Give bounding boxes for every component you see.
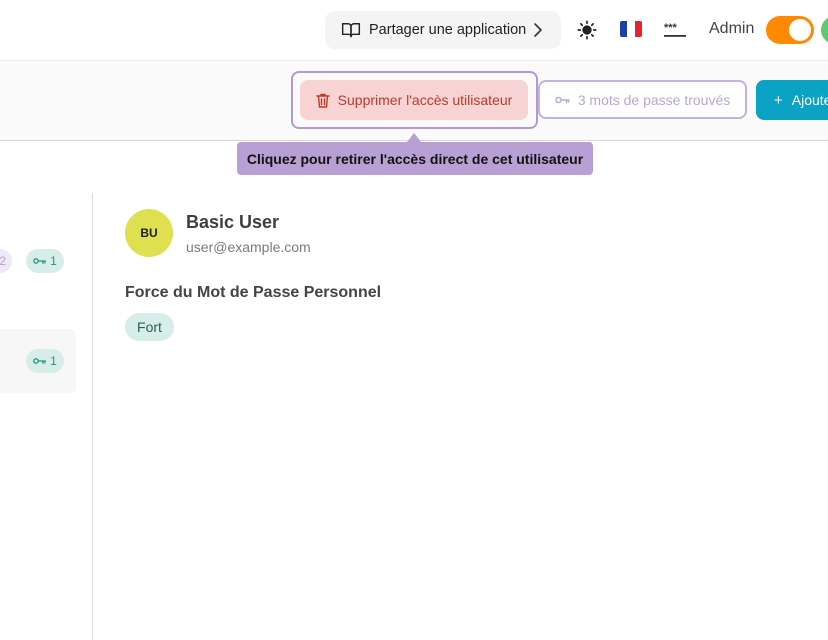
key-icon: [33, 358, 47, 365]
passwords-found-label: 3 mots de passe trouvés: [577, 91, 731, 108]
key-count-value: 1: [50, 354, 57, 368]
top-header: Partager une application *** Admin: [0, 0, 828, 61]
key-icon: [554, 96, 570, 103]
add-button[interactable]: + Ajoute: [756, 80, 828, 120]
password-strength-value: Fort: [137, 319, 162, 335]
book-open-icon: [341, 23, 361, 38]
tooltip-text: Cliquez pour retirer l'accès direct de c…: [246, 150, 584, 167]
user-name: Basic User: [186, 212, 280, 232]
sun-icon[interactable]: [576, 19, 598, 41]
asterisk-mask-icon[interactable]: ***: [664, 20, 686, 40]
password-strength-title: Force du Mot de Passe Personnel: [125, 284, 382, 301]
remove-user-access-label: Supprimer l'accès utilisateur: [337, 92, 513, 108]
status-avatar[interactable]: [821, 16, 828, 44]
add-label: Ajoute: [791, 92, 828, 108]
tooltip: Cliquez pour retirer l'accès direct de c…: [237, 142, 593, 175]
count-badge: 2: [0, 249, 12, 273]
password-strength-badge: Fort: [125, 313, 174, 341]
share-application-label: Partager une application: [369, 22, 527, 38]
passwords-found-button[interactable]: 3 mots de passe trouvés: [538, 80, 747, 119]
toggle-knob: [789, 19, 811, 41]
key-count-value: 1: [50, 254, 57, 268]
key-icon: [33, 258, 47, 265]
avatar: BU: [125, 209, 173, 257]
mode-toggle[interactable]: [766, 16, 814, 44]
tooltip-arrow: [407, 133, 421, 142]
app-window: Partager une application *** Admin Suppr…: [0, 0, 828, 640]
chevron-right-icon: [534, 23, 542, 37]
remove-user-access-button[interactable]: Supprimer l'accès utilisateur: [300, 80, 528, 120]
user-email: user@example.com: [186, 239, 311, 255]
panel-divider: [92, 193, 93, 640]
svg-text:***: ***: [664, 22, 678, 34]
count-badge-value: 2: [0, 254, 6, 268]
trash-icon: [315, 93, 330, 108]
user-role-label: Admin: [709, 20, 755, 37]
share-application-button[interactable]: Partager une application: [325, 11, 561, 49]
avatar-initials: BU: [140, 226, 158, 240]
french-flag-icon[interactable]: [620, 21, 642, 37]
key-count-badge: 1: [26, 349, 64, 373]
key-count-badge: 1: [26, 249, 64, 273]
plus-icon: +: [774, 91, 783, 109]
